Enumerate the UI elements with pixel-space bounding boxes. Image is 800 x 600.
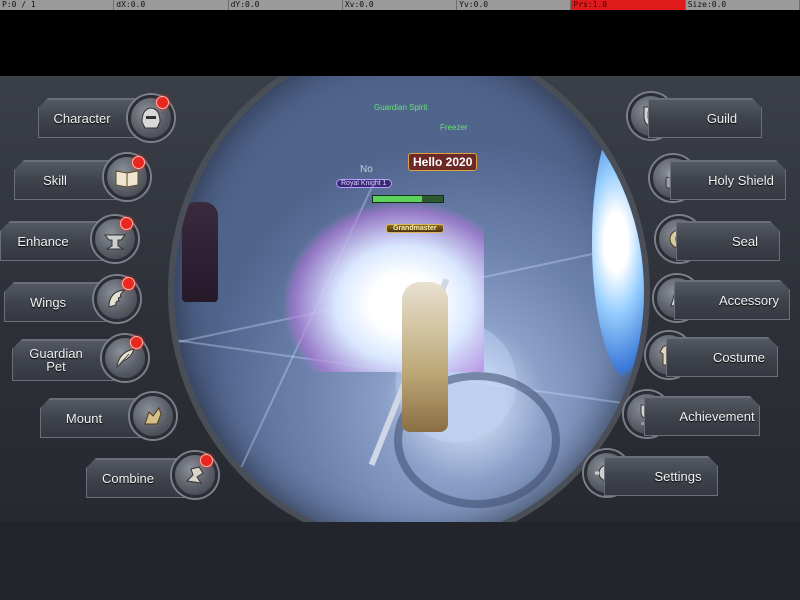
debug-dy: dY:0.0 <box>229 0 343 10</box>
debug-status-bar: P:0 / 1 dX:0.0 dY:0.0 Xv:0.0 Yv:0.0 Prs:… <box>0 0 800 10</box>
settings-label: Settings <box>654 468 702 484</box>
settings-button[interactable]: Settings <box>604 456 718 496</box>
wings-notification-badge <box>122 277 135 290</box>
costume-button[interactable]: Costume <box>666 337 778 377</box>
player-name-label: No <box>360 164 373 175</box>
guild-label: Guild <box>706 110 738 126</box>
bottom-band <box>0 522 800 600</box>
mount-icon[interactable] <box>130 393 176 439</box>
costume-label: Costume <box>712 349 766 365</box>
royal-knight-title: Royal Knight 1 <box>336 179 392 188</box>
guardian-pet-label: Guardian Pet <box>29 346 83 374</box>
combine-notification-badge <box>200 454 213 467</box>
guardian-spirit-label: Guardian Spirit <box>374 103 428 112</box>
menu-panel: Guardian Spirit Freezer No Royal Knight … <box>0 76 800 522</box>
guardian-pet-notification-badge <box>130 336 143 349</box>
holy-shield-label: Holy Shield <box>708 172 774 188</box>
portal-glow <box>592 102 644 382</box>
debug-size: Size:0.0 <box>686 0 800 10</box>
accessory-label: Accessory <box>719 292 779 308</box>
achievement-button[interactable]: Achievement <box>644 396 760 436</box>
holy-shield-button[interactable]: Holy Shield <box>670 160 786 200</box>
enhance-notification-badge <box>120 217 133 230</box>
seal-button[interactable]: Seal <box>676 221 780 261</box>
debug-pressure: Prs:1.0 <box>571 0 686 10</box>
character-notification-badge <box>156 96 169 109</box>
debug-dx: dX:0.0 <box>114 0 229 10</box>
player-character <box>402 282 448 432</box>
npc-figure <box>182 202 218 302</box>
top-black-band <box>0 10 800 76</box>
health-bar-fill <box>373 196 422 202</box>
character-wings <box>284 202 484 372</box>
achievement-label: Achievement <box>679 408 755 424</box>
accessory-button[interactable]: Accessory <box>674 280 790 320</box>
debug-yv: Yv:0.0 <box>457 0 572 10</box>
health-bar <box>372 195 444 203</box>
debug-xv: Xv:0.0 <box>343 0 458 10</box>
freezer-label: Freezer <box>440 123 468 132</box>
debug-pointer: P:0 / 1 <box>0 0 115 10</box>
hello-2020-banner: Hello 2020 <box>408 153 478 171</box>
character-preview-scene[interactable]: Guardian Spirit Freezer No Royal Knight … <box>168 76 650 522</box>
skill-notification-badge <box>132 156 145 169</box>
grandmaster-title: Grandmaster <box>386 224 444 233</box>
guild-button[interactable]: Guild <box>648 98 762 138</box>
seal-label: Seal <box>731 233 759 249</box>
